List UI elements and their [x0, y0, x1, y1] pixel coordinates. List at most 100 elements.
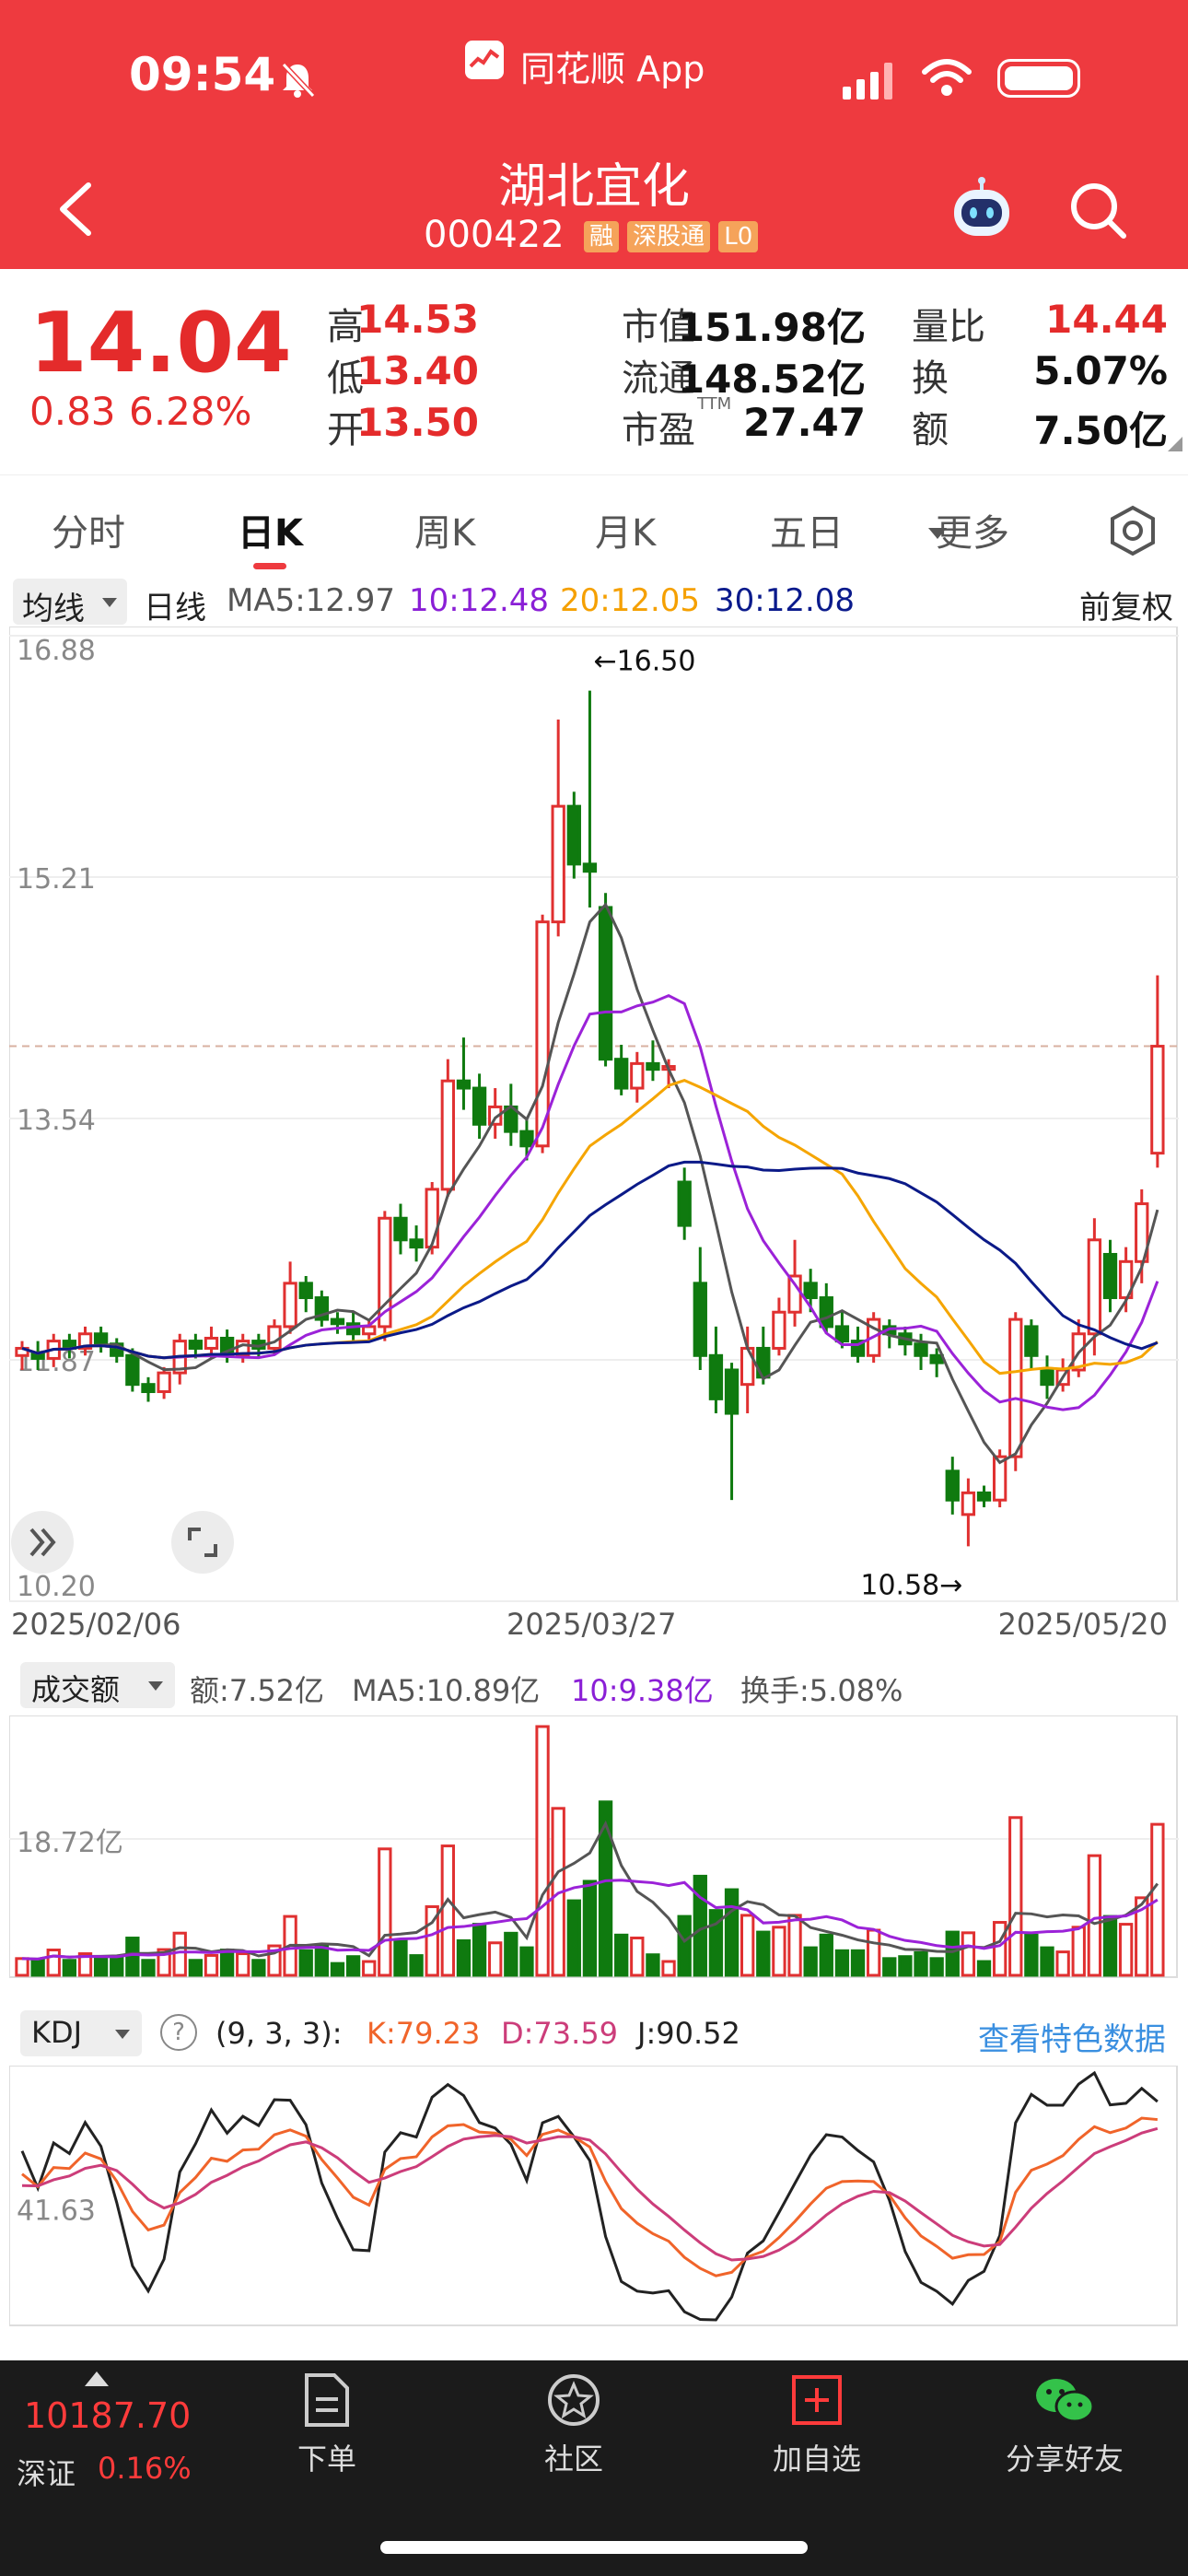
kline-y-tick: 13.54	[17, 1105, 96, 1137]
candle	[724, 1363, 740, 1501]
volume-bar	[772, 1926, 786, 1977]
kdj-params: (9, 3, 3):	[215, 2016, 343, 2051]
tab-0[interactable]: 分时	[52, 503, 125, 556]
tab-4[interactable]: 五日	[770, 503, 844, 556]
quote-field-label: 换	[912, 357, 949, 400]
ma5-line	[21, 902, 1159, 1465]
order-button[interactable]: 下单	[276, 2371, 378, 2478]
volume-bar	[125, 1937, 140, 1977]
kdj-y-tick: 41.63	[17, 2195, 96, 2227]
candle	[914, 1333, 928, 1370]
candle	[1150, 975, 1165, 1168]
candle	[456, 1037, 472, 1110]
candle	[598, 893, 613, 1067]
star-circle-icon	[548, 2374, 600, 2426]
kline-x-label: 2025/02/06	[11, 1607, 181, 1642]
help-icon[interactable]: ?	[160, 2014, 197, 2051]
candle	[141, 1376, 156, 1402]
tab-1[interactable]: 日K	[238, 503, 303, 556]
add-watchlist-button[interactable]: 加自选	[757, 2371, 877, 2478]
candle	[283, 1261, 297, 1334]
quote-field-value: 13.50	[356, 400, 479, 445]
price-change: 0.83	[29, 389, 116, 434]
volume-bar	[236, 1952, 250, 1977]
double-chevron-icon	[29, 1528, 56, 1557]
volume-bar	[30, 1958, 45, 1977]
volume-bar	[378, 1847, 392, 1977]
more-chevron-down-icon[interactable]	[926, 526, 949, 541]
battery-icon	[997, 59, 1080, 98]
kline-x-label: 2025/05/20	[997, 1607, 1168, 1642]
period-tabs: 分时 日K 周K 月K 五日 更多	[0, 474, 1188, 577]
volume-ma10: 10:9.38亿	[571, 1673, 714, 1708]
volume-bar	[535, 1725, 550, 1977]
index-value[interactable]: 10187.70	[24, 2395, 191, 2436]
candle	[740, 1326, 755, 1414]
max-price-label: ←16.50	[593, 646, 695, 678]
quote-panel: 14.04 0.83 6.28% 高 14.53 低 13.40 开 13.50 市值 151…	[0, 269, 1188, 463]
volume-bar	[740, 1914, 755, 1977]
stock-code: 000422	[424, 214, 565, 256]
candle	[330, 1312, 345, 1334]
candle	[378, 1211, 392, 1341]
volume-dropdown-icon	[148, 1681, 163, 1691]
settings-hexagon-icon[interactable]	[1105, 503, 1160, 558]
tab-2[interactable]: 周K	[414, 503, 475, 556]
kline-y-tick: 15.21	[17, 863, 96, 896]
tab-3[interactable]: 月K	[595, 503, 656, 556]
share-friends-button[interactable]: 分享好友	[1000, 2371, 1129, 2478]
volume-bar	[614, 1933, 629, 1977]
volume-bar	[1040, 1946, 1054, 1977]
volume-bar	[1102, 1914, 1118, 1977]
volume-bar	[566, 1899, 581, 1977]
quote-field-value: 27.47	[743, 400, 866, 445]
volume-bar	[976, 1960, 992, 1977]
fullscreen-button[interactable]	[171, 1511, 234, 1574]
community-button[interactable]: 社区	[523, 2371, 624, 2478]
volume-amount: 额:7.52亿	[190, 1673, 325, 1708]
index-change: 0.16%	[98, 2451, 192, 2486]
volume-bar	[440, 1844, 455, 1977]
volume-bar	[803, 1946, 818, 1977]
candle	[551, 719, 565, 937]
candle	[566, 791, 581, 879]
wifi-icon	[922, 59, 972, 96]
view-feature-data-link[interactable]: 查看特色数据	[978, 2014, 1166, 2059]
search-icon[interactable]	[1068, 181, 1129, 241]
volume-bar	[882, 1957, 897, 1977]
volume-bar	[756, 1930, 771, 1977]
expand-left-button[interactable]	[11, 1511, 74, 1574]
volume-selector[interactable]: 成交额	[20, 1662, 175, 1708]
volume-chart[interactable]: 18.72亿	[9, 1715, 1179, 1979]
kdj-chart[interactable]: 41.63	[9, 2066, 1179, 2327]
share-friends-label: 分享好友	[1005, 2441, 1124, 2476]
add-square-icon	[792, 2375, 842, 2425]
robot-assistant-icon[interactable]	[949, 177, 1015, 243]
current-price: 14.04	[29, 295, 292, 392]
candle	[976, 1485, 992, 1508]
candle	[1040, 1355, 1054, 1399]
volume-bar	[787, 1914, 802, 1977]
volume-bar	[945, 1930, 960, 1977]
volume-bar	[345, 1955, 361, 1977]
stock-tags: 融 深股通 L0	[580, 221, 759, 252]
status-time: 09:54	[129, 48, 276, 101]
volume-bar	[1055, 1950, 1070, 1977]
volume-bar	[488, 1941, 503, 1977]
ma10-value: 10:12.48	[409, 582, 550, 619]
volume-bar	[929, 1957, 944, 1977]
candle	[1102, 1239, 1118, 1313]
status-app-name: 同花顺 App	[520, 49, 705, 89]
volume-bar	[504, 1931, 518, 1977]
bottom-toolbar: 10187.70 深证 0.16% 下单 社区 加自选 分享好友	[0, 2360, 1188, 2576]
adjust-mode[interactable]: 前复权	[1079, 582, 1173, 627]
volume-bar	[914, 1950, 928, 1977]
volume-bar	[519, 1946, 534, 1977]
kline-chart[interactable]: 16.8815.2113.5411.8710.20←16.5010.58→	[9, 626, 1179, 1603]
volume-bar	[409, 1954, 424, 1977]
ma-period: 日线	[144, 590, 206, 626]
expand-corner-icon[interactable]	[1168, 437, 1182, 451]
kdj-selector[interactable]: KDJ	[20, 2010, 142, 2056]
top-header: 09:54 同花顺 App 湖北宜化 000422 融 深股通 L0	[0, 0, 1188, 269]
ma-selector[interactable]: 均线	[13, 579, 127, 627]
